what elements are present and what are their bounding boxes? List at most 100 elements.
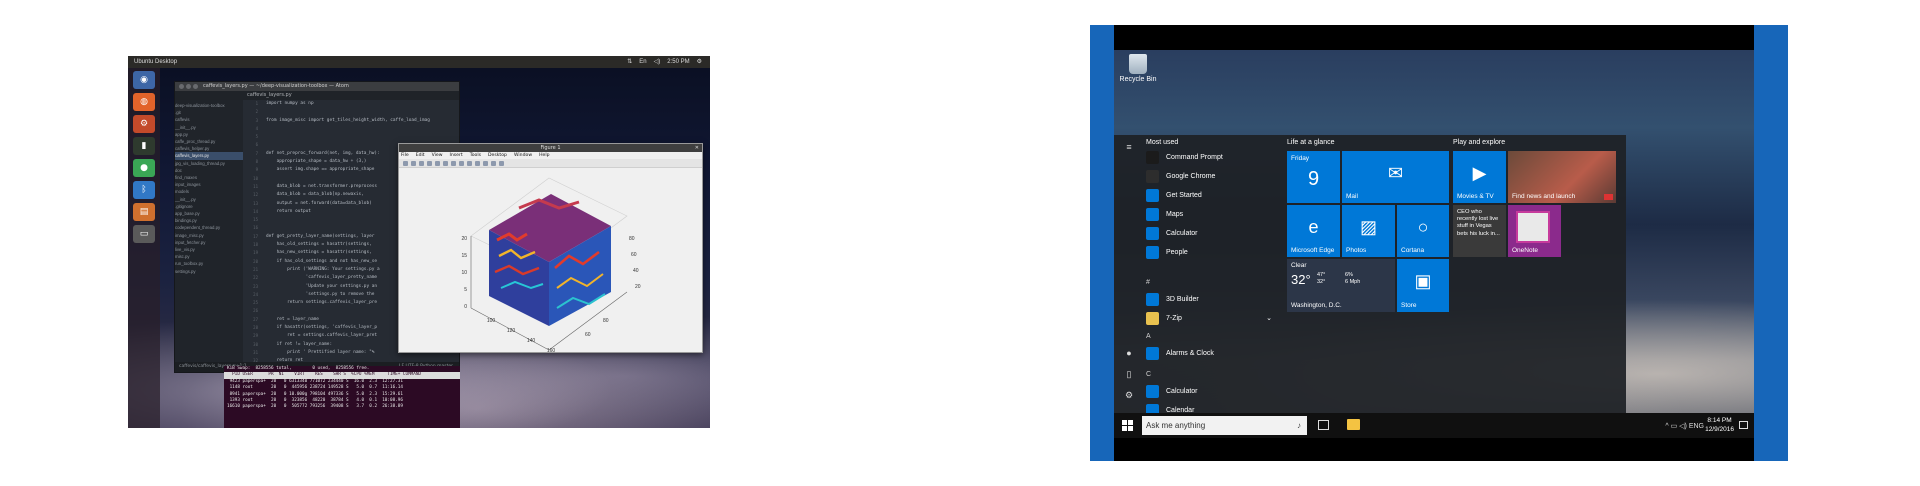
file-tree-item[interactable]: live_vis.py xyxy=(175,246,243,253)
minimize-icon[interactable] xyxy=(186,84,191,89)
legend-icon[interactable] xyxy=(499,160,504,166)
chat-icon[interactable]: ● xyxy=(133,159,155,177)
app-list-item[interactable]: Command Prompt xyxy=(1146,149,1276,165)
maximize-icon[interactable] xyxy=(193,84,198,89)
files-icon[interactable]: ▤ xyxy=(133,203,155,221)
gear-icon[interactable]: ⚙ xyxy=(697,56,702,68)
photos-tile[interactable]: ▨ Photos xyxy=(1342,205,1395,257)
cortana-search-box[interactable]: Ask me anything ♪ xyxy=(1142,416,1307,435)
onenote-tile[interactable]: OneNote xyxy=(1508,205,1561,257)
monitor-icon[interactable]: ▭ xyxy=(133,225,155,243)
chevron-down-icon[interactable]: ⌄ xyxy=(1266,314,1272,322)
print-icon[interactable] xyxy=(427,160,432,166)
cortana-tile[interactable]: ○ Cortana xyxy=(1397,205,1449,257)
firefox-icon[interactable]: ◍ xyxy=(133,93,155,111)
action-center-icon[interactable] xyxy=(1739,421,1748,429)
figure-menu-item[interactable]: File xyxy=(401,152,409,159)
terminal-icon[interactable]: ▮ xyxy=(133,137,155,155)
3d-volume-plot[interactable]: 20 15 10 5 0 100 120 140 160 20 40 60 80 60 80 xyxy=(399,168,702,352)
figure-menu-item[interactable]: Edit xyxy=(416,152,425,159)
letter-a[interactable]: A xyxy=(1146,333,1151,340)
file-tree-item[interactable]: input_fetcher.py xyxy=(175,239,243,246)
zoom-out-icon[interactable] xyxy=(451,160,456,166)
app-list-item[interactable]: Alarms & Clock xyxy=(1146,345,1276,361)
close-icon[interactable]: ✕ xyxy=(695,144,699,152)
matlab-figure-window[interactable]: Figure 1 ✕ File Edit View Insert Tools Deskto… xyxy=(398,143,703,353)
microphone-icon[interactable]: ♪ xyxy=(1297,416,1301,435)
settings-icon[interactable]: ⚙ xyxy=(1122,389,1136,401)
volume-icon[interactable]: ◁) xyxy=(654,56,661,68)
file-tree-item[interactable]: .git xyxy=(175,109,243,116)
app-list-item[interactable]: 3D Builder xyxy=(1146,291,1276,307)
pointer-icon[interactable] xyxy=(435,160,440,166)
movies-tv-tile[interactable]: ▶ Movies & TV xyxy=(1453,151,1506,203)
recycle-bin-shortcut[interactable]: Recycle Bin xyxy=(1118,54,1158,83)
app-list-item[interactable]: Calculator xyxy=(1146,383,1276,399)
file-explorer-icon[interactable] xyxy=(1347,419,1360,430)
figure-menu-item[interactable]: Tools xyxy=(470,152,481,159)
file-tree-item[interactable]: image_misc.py xyxy=(175,232,243,239)
terminal-window[interactable]: KiB Swap: 8258556 total, 0 used, 8258556… xyxy=(224,366,460,428)
colorbar-icon[interactable] xyxy=(491,160,496,166)
save-icon[interactable] xyxy=(419,160,424,166)
news-tile[interactable]: CEO who recently lost live stuff in Vega… xyxy=(1453,205,1506,257)
file-tree-item[interactable]: app.py xyxy=(175,131,243,138)
figure-menu-item[interactable]: View xyxy=(432,152,443,159)
close-icon[interactable] xyxy=(179,84,184,89)
app-list-item[interactable]: Google Chrome xyxy=(1146,168,1276,184)
file-tree-item[interactable]: caffe_proc_thread.py xyxy=(175,138,243,145)
windows-start-icon[interactable] xyxy=(1122,420,1133,431)
calendar-tile[interactable]: Friday 9 xyxy=(1287,151,1340,203)
ubuntu-clock[interactable]: 2:50 PM xyxy=(667,56,689,68)
group-life-at-a-glance[interactable]: Life at a glance xyxy=(1287,139,1334,146)
file-tree-item[interactable]: settings.py xyxy=(175,268,243,275)
figure-menu-item[interactable]: Help xyxy=(539,152,549,159)
app-list-item[interactable]: People xyxy=(1146,244,1276,260)
keyboard-layout-icon[interactable]: En xyxy=(639,56,646,68)
edge-tile[interactable]: e Microsoft Edge xyxy=(1287,205,1340,257)
tray-icons[interactable]: ^ ▭ ◁) ENG xyxy=(1665,422,1704,430)
file-tree-item[interactable]: misc.py xyxy=(175,253,243,260)
file-tree-item[interactable]: caffevis_layers.py xyxy=(175,152,243,160)
file-tree-item[interactable]: deep-visualization-toolbox xyxy=(175,102,243,109)
group-play-and-explore[interactable]: Play and explore xyxy=(1453,139,1505,146)
figure-menu-item[interactable]: Window xyxy=(514,152,532,159)
file-tree-item[interactable]: caffevis xyxy=(175,116,243,123)
figure-menu-item[interactable]: Desktop xyxy=(488,152,507,159)
file-tree-item[interactable]: jpg_vis_loading_thread.py xyxy=(175,160,243,167)
file-tree-item[interactable]: run_toolbox.py xyxy=(175,260,243,267)
datacursor-icon[interactable] xyxy=(475,160,480,166)
app-list-item[interactable]: Get Started xyxy=(1146,187,1276,203)
file-tree-item[interactable]: doc xyxy=(175,167,243,174)
taskbar-clock[interactable]: 8:14 PM 12/9/2016 xyxy=(1705,416,1734,434)
file-tree-item[interactable]: app_base.py xyxy=(175,210,243,217)
app-list-item[interactable]: 7-Zip ⌄ xyxy=(1146,310,1276,326)
letter-hash[interactable]: # xyxy=(1146,279,1150,286)
rotate-icon[interactable] xyxy=(467,160,472,166)
file-tree-item[interactable]: .gitignore xyxy=(175,203,243,210)
weather-tile[interactable]: Clear 32° 47° 32° 6% 6 Mph Washington, D… xyxy=(1287,259,1395,312)
file-tree-item[interactable]: find_maxes xyxy=(175,174,243,181)
file-tree-item[interactable]: bindings.py xyxy=(175,217,243,224)
task-view-icon[interactable] xyxy=(1318,420,1329,430)
ubuntu-logo-icon[interactable]: ◉ xyxy=(133,71,155,89)
file-tree-item[interactable]: caffevis_helper.py xyxy=(175,145,243,152)
app-list-item[interactable]: Calculator xyxy=(1146,225,1276,241)
network-icon[interactable]: ⇅ xyxy=(627,56,632,68)
bluetooth-icon[interactable]: ᛒ xyxy=(133,181,155,199)
file-tree-item[interactable]: models xyxy=(175,188,243,195)
file-tree-item[interactable]: codependent_thread.py xyxy=(175,224,243,231)
brush-icon[interactable] xyxy=(483,160,488,166)
system-tray[interactable]: ^ ▭ ◁) ENG xyxy=(1665,413,1704,438)
file-tree-item[interactable]: input_images xyxy=(175,181,243,188)
file-tree-item[interactable]: __init__.py xyxy=(175,196,243,203)
pan-icon[interactable] xyxy=(459,160,464,166)
new-figure-icon[interactable] xyxy=(403,160,408,166)
letter-c[interactable]: C xyxy=(1146,371,1151,378)
hamburger-menu-icon[interactable]: ≡ xyxy=(1122,141,1136,153)
open-icon[interactable] xyxy=(411,160,416,166)
settings-icon[interactable]: ⚙ xyxy=(133,115,155,133)
store-tile[interactable]: ▣ Store xyxy=(1397,259,1449,312)
app-list-item[interactable]: Maps xyxy=(1146,206,1276,222)
news-photo-tile[interactable]: Find news and launch xyxy=(1508,151,1616,203)
